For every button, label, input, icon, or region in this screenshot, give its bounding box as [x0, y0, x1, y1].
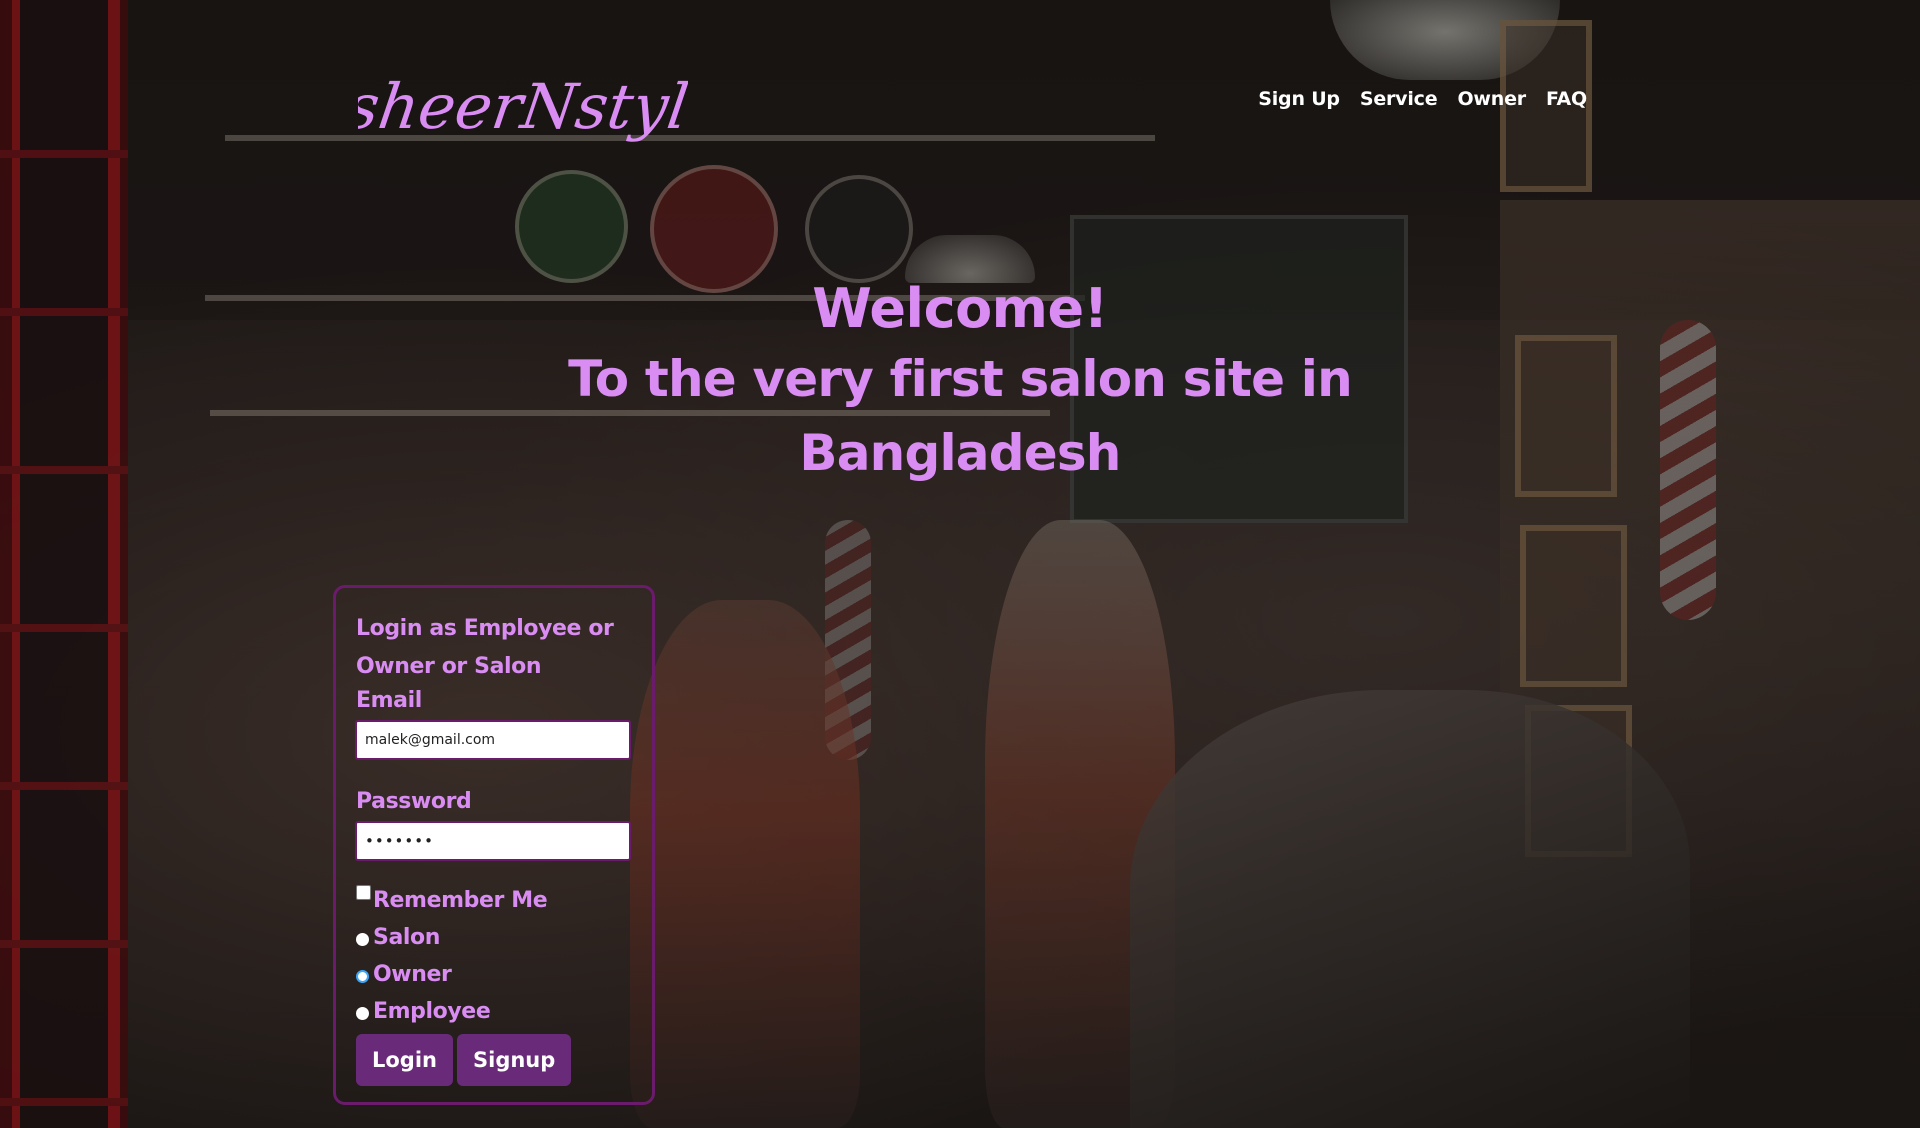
background-lamp [1330, 0, 1560, 80]
nav-sign-up-link[interactable]: Sign Up [1258, 88, 1340, 110]
hero-title: Welcome! [812, 277, 1108, 340]
remember-me-label: Remember Me [373, 888, 548, 913]
login-button[interactable]: Login [356, 1034, 453, 1086]
login-heading: Login as Employee or Owner or Salon [356, 616, 614, 679]
employee-radio-label: Employee [373, 999, 491, 1024]
hero: Welcome! To the very first salon site in… [460, 278, 1460, 490]
background-sign [805, 175, 913, 283]
background-person [985, 520, 1175, 1128]
owner-radio-label: Owner [373, 962, 452, 987]
password-field[interactable] [355, 821, 631, 861]
brand-logo[interactable]: sheerNstyle [358, 16, 688, 188]
role-option-employee[interactable]: Employee [356, 993, 632, 1030]
page: sheerNstyle Sign Up Service Owner FAQ We… [0, 0, 1920, 1128]
email-field[interactable] [355, 720, 631, 760]
owner-radio[interactable] [356, 970, 369, 983]
salon-radio-label: Salon [373, 925, 441, 950]
password-label: Password [356, 789, 472, 814]
background-wall [1500, 200, 1920, 900]
background-barber-pole [825, 520, 871, 760]
background-frame [1520, 525, 1627, 687]
top-nav: Sign Up Service Owner FAQ [1258, 88, 1587, 110]
login-form: Login as Employee or Owner or Salon Emai… [333, 585, 655, 1105]
remember-me-checkbox[interactable] [356, 885, 371, 900]
background-frame [1525, 705, 1632, 857]
signup-button[interactable]: Signup [457, 1034, 572, 1086]
remember-me-row: Remember Me [356, 883, 632, 919]
salon-radio[interactable] [356, 933, 369, 946]
background-person [630, 600, 860, 1128]
background-photo [0, 0, 1920, 320]
nav-service-link[interactable]: Service [1360, 88, 1438, 110]
role-option-owner[interactable]: Owner [356, 956, 632, 993]
background-frame [1515, 335, 1617, 497]
role-option-salon[interactable]: Salon [356, 919, 632, 956]
background-barber-pole [1660, 320, 1716, 620]
nav-faq-link[interactable]: FAQ [1546, 88, 1587, 110]
employee-radio[interactable] [356, 1007, 369, 1020]
background-door [0, 0, 128, 1128]
background-lamp [905, 235, 1035, 283]
background-cape [1130, 690, 1690, 1128]
email-label: Email [356, 688, 422, 713]
login-actions: Login Signup [356, 1034, 632, 1086]
hero-subtitle: To the very first salon site in Banglade… [568, 350, 1353, 482]
nav-owner-link[interactable]: Owner [1457, 88, 1526, 110]
brand-logo-text: sheerNstyle [358, 70, 688, 143]
